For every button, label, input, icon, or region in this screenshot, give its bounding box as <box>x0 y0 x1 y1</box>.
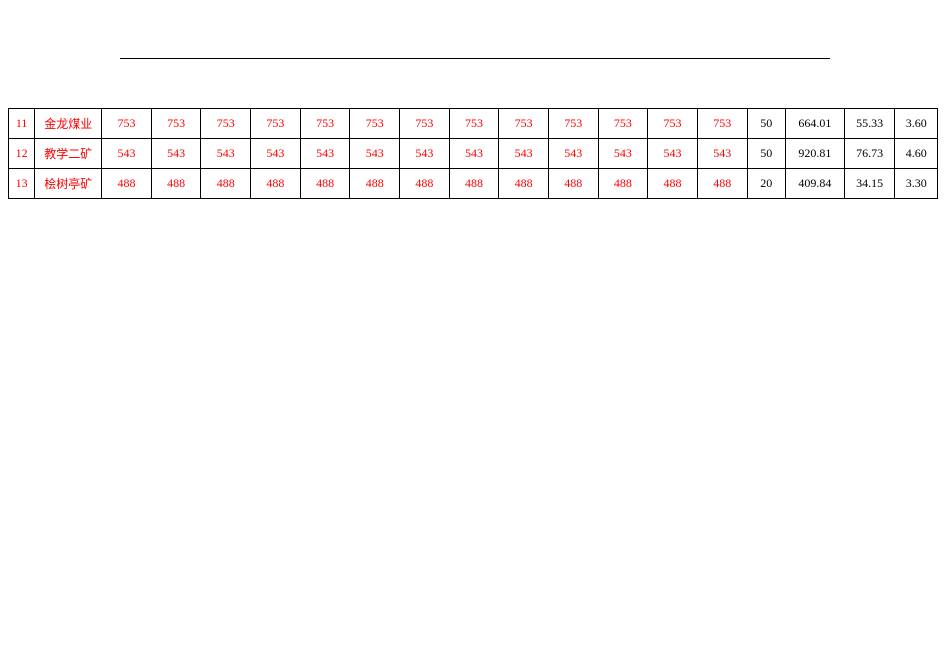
row-value: 488 <box>251 169 301 199</box>
row-value: 488 <box>548 169 598 199</box>
row-tail: 50 <box>747 109 785 139</box>
row-value: 543 <box>449 139 499 169</box>
row-value: 753 <box>648 109 698 139</box>
row-value: 543 <box>102 139 152 169</box>
row-value: 753 <box>102 109 152 139</box>
row-tail: 76.73 <box>844 139 895 169</box>
row-value: 488 <box>499 169 549 199</box>
row-value: 753 <box>697 109 747 139</box>
row-tail: 3.30 <box>895 169 938 199</box>
row-value: 753 <box>400 109 450 139</box>
table-row: 13 桧树亭矿 488 488 488 488 488 488 488 488 … <box>9 169 938 199</box>
row-value: 543 <box>251 139 301 169</box>
row-value: 488 <box>102 169 152 199</box>
table-row: 11 金龙煤业 753 753 753 753 753 753 753 753 … <box>9 109 938 139</box>
row-value: 488 <box>449 169 499 199</box>
row-value: 488 <box>598 169 648 199</box>
row-name: 桧树亭矿 <box>35 169 102 199</box>
row-tail: 3.60 <box>895 109 938 139</box>
row-value: 753 <box>548 109 598 139</box>
row-tail: 4.60 <box>895 139 938 169</box>
data-table-container: 11 金龙煤业 753 753 753 753 753 753 753 753 … <box>8 108 938 199</box>
row-tail: 55.33 <box>844 109 895 139</box>
row-value: 753 <box>201 109 251 139</box>
row-value: 543 <box>400 139 450 169</box>
row-value: 488 <box>151 169 201 199</box>
row-tail: 34.15 <box>844 169 895 199</box>
row-index: 11 <box>9 109 35 139</box>
row-value: 488 <box>300 169 350 199</box>
row-name: 金龙煤业 <box>35 109 102 139</box>
row-value: 543 <box>201 139 251 169</box>
row-value: 543 <box>350 139 400 169</box>
row-value: 753 <box>449 109 499 139</box>
row-tail: 920.81 <box>786 139 845 169</box>
row-tail: 50 <box>747 139 785 169</box>
row-value: 488 <box>697 169 747 199</box>
row-value: 753 <box>499 109 549 139</box>
row-tail: 20 <box>747 169 785 199</box>
row-value: 753 <box>350 109 400 139</box>
row-value: 543 <box>548 139 598 169</box>
row-value: 543 <box>300 139 350 169</box>
row-value: 753 <box>251 109 301 139</box>
row-value: 543 <box>598 139 648 169</box>
row-name: 教学二矿 <box>35 139 102 169</box>
row-value: 488 <box>400 169 450 199</box>
row-value: 753 <box>598 109 648 139</box>
table-row: 12 教学二矿 543 543 543 543 543 543 543 543 … <box>9 139 938 169</box>
row-value: 753 <box>300 109 350 139</box>
row-value: 543 <box>499 139 549 169</box>
row-value: 543 <box>151 139 201 169</box>
row-tail: 664.01 <box>786 109 845 139</box>
row-index: 12 <box>9 139 35 169</box>
row-value: 753 <box>151 109 201 139</box>
data-table: 11 金龙煤业 753 753 753 753 753 753 753 753 … <box>8 108 938 199</box>
row-value: 488 <box>201 169 251 199</box>
row-index: 13 <box>9 169 35 199</box>
row-value: 488 <box>350 169 400 199</box>
row-value: 488 <box>648 169 698 199</box>
horizontal-rule <box>120 58 830 59</box>
row-value: 543 <box>648 139 698 169</box>
row-tail: 409.84 <box>786 169 845 199</box>
row-value: 543 <box>697 139 747 169</box>
